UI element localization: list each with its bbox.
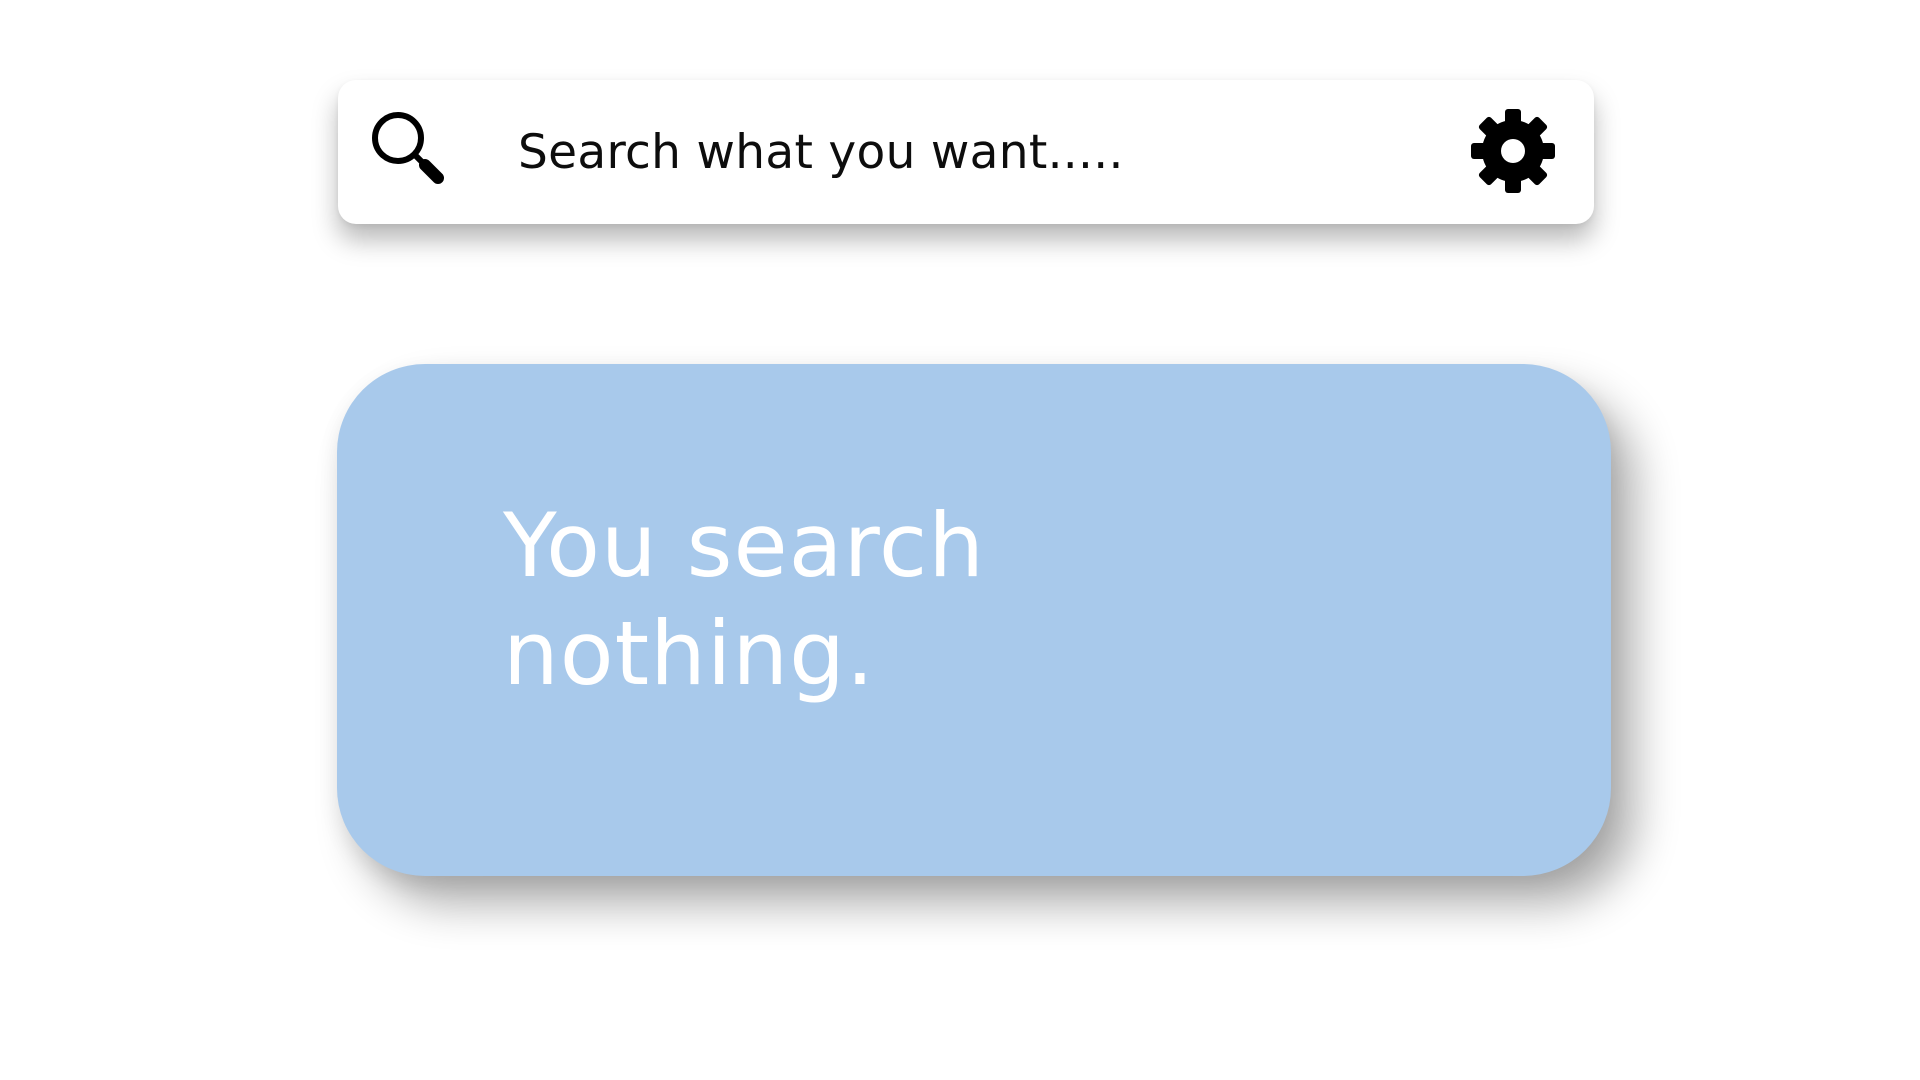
empty-result-card: You search nothing.: [337, 364, 1611, 876]
empty-result-message: You search nothing.: [503, 494, 985, 705]
search-bar: [338, 80, 1594, 224]
gear-icon[interactable]: [1468, 106, 1558, 196]
page: You search nothing.: [0, 0, 1920, 1080]
search-input[interactable]: [518, 120, 1418, 184]
search-icon[interactable]: [368, 108, 452, 192]
